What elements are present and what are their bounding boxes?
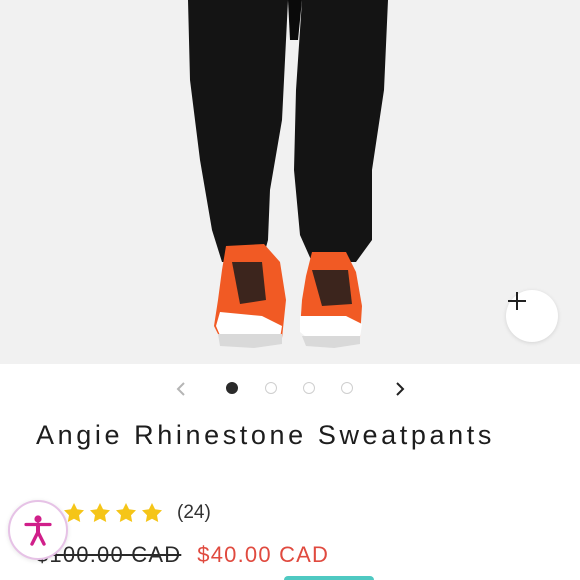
star-icon xyxy=(116,503,136,522)
accessibility-person-icon xyxy=(24,515,52,546)
carousel-dot-3[interactable] xyxy=(303,382,315,394)
star-icon xyxy=(90,503,110,522)
product-image[interactable] xyxy=(0,0,580,364)
image-carousel-controls xyxy=(0,364,580,414)
accessibility-button[interactable] xyxy=(8,500,68,560)
sale-price: $40.00 CAD xyxy=(197,542,330,567)
next-image-button[interactable] xyxy=(389,378,411,400)
zoom-button[interactable] xyxy=(506,290,558,342)
carousel-dot-1[interactable] xyxy=(226,382,238,394)
review-count[interactable]: (24) xyxy=(177,502,211,524)
chevron-right-icon xyxy=(396,382,405,396)
chevron-left-icon xyxy=(176,382,185,396)
previous-image-button[interactable] xyxy=(170,378,192,400)
add-to-cart-button-edge[interactable] xyxy=(284,576,374,580)
product-title: Angie Rhinestone Sweatpants xyxy=(36,420,495,450)
star-icon xyxy=(142,503,162,522)
product-photo xyxy=(0,0,580,364)
price-row: $100.00 CAD $40.00 CAD xyxy=(36,540,329,570)
carousel-dot-4[interactable] xyxy=(341,382,353,394)
carousel-dot-2[interactable] xyxy=(265,382,277,394)
plus-icon xyxy=(508,292,526,310)
